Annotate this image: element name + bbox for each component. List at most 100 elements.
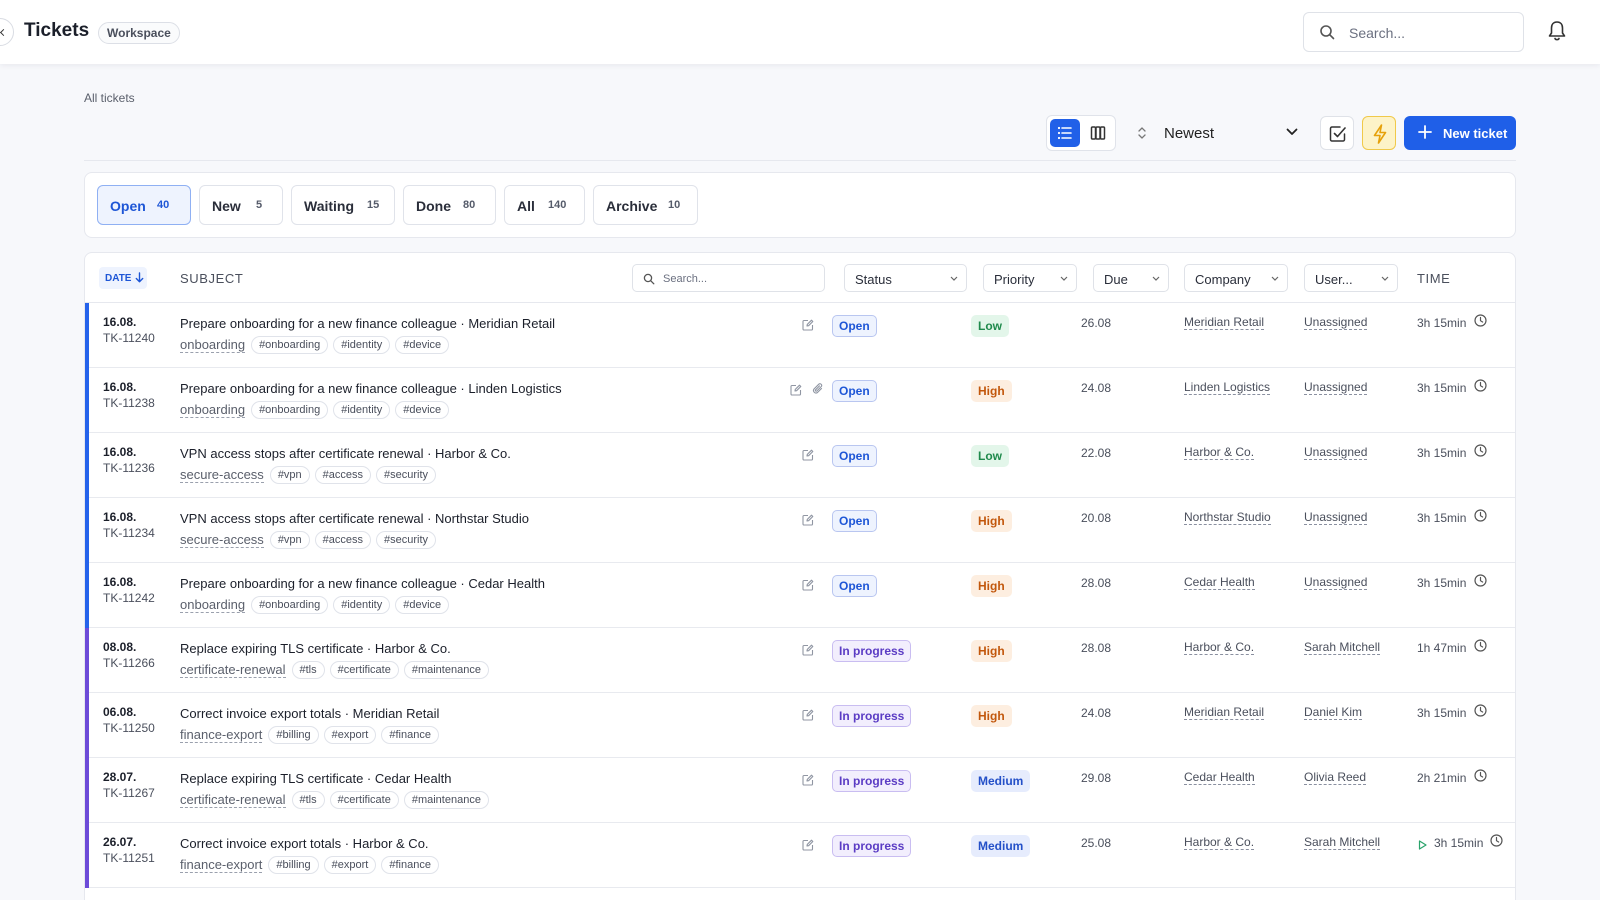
- clock-icon[interactable]: [1474, 444, 1487, 462]
- tag-chip[interactable]: #device: [395, 336, 450, 354]
- tab-all[interactable]: All 140: [504, 185, 585, 225]
- bulk-select-button[interactable]: [1320, 116, 1354, 150]
- clock-icon[interactable]: [1474, 509, 1487, 527]
- due-filter[interactable]: Due: [1093, 264, 1169, 292]
- priority-badge[interactable]: Low: [971, 315, 1009, 337]
- tag-chip[interactable]: #access: [314, 466, 372, 484]
- tag-chip[interactable]: #device: [395, 596, 450, 614]
- tag-chip[interactable]: #export: [323, 856, 377, 874]
- board-view-button[interactable]: [1083, 119, 1113, 147]
- tag-chip[interactable]: #maintenance: [403, 791, 489, 809]
- tag-chip[interactable]: #onboarding: [251, 596, 329, 614]
- edit-icon[interactable]: [802, 318, 814, 336]
- user-filter[interactable]: User...: [1304, 264, 1398, 292]
- tag-chip[interactable]: #certificate: [329, 791, 399, 809]
- new-ticket-button[interactable]: New ticket: [1404, 116, 1516, 150]
- clock-icon[interactable]: [1474, 769, 1487, 787]
- tag-chip[interactable]: #onboarding: [251, 336, 329, 354]
- ticket-subject[interactable]: VPN access stops after certificate renew…: [180, 446, 511, 461]
- list-view-button[interactable]: [1050, 119, 1080, 147]
- status-filter[interactable]: Status: [844, 264, 967, 292]
- clock-icon[interactable]: [1474, 379, 1487, 397]
- edit-icon[interactable]: [802, 708, 814, 726]
- assignee-link[interactable]: Unassigned: [1304, 381, 1368, 395]
- table-row[interactable]: 26.07. TK-11251 Correct invoice export tot…: [85, 823, 1515, 888]
- ticket-subject[interactable]: Replace expiring TLS certificate · Harbo…: [180, 641, 451, 656]
- tag-chip[interactable]: #identity: [333, 401, 391, 419]
- assignee-link[interactable]: Unassigned: [1304, 576, 1368, 590]
- category-link[interactable]: finance-export: [180, 728, 263, 743]
- category-link[interactable]: certificate-renewal: [180, 663, 286, 678]
- company-link[interactable]: Harbor & Co.: [1184, 446, 1255, 460]
- edit-icon[interactable]: [802, 643, 814, 661]
- clock-icon[interactable]: [1490, 834, 1503, 852]
- company-link[interactable]: Harbor & Co.: [1184, 836, 1255, 850]
- global-search-input[interactable]: Search...: [1303, 12, 1524, 52]
- table-row[interactable]: 28.07. TK-11267 Replace expiring TLS certi…: [85, 758, 1515, 823]
- status-badge[interactable]: Open: [832, 445, 877, 467]
- category-link[interactable]: onboarding: [180, 338, 246, 353]
- table-row[interactable]: 16.08. TK-11238 Prepare onboarding for a n…: [85, 368, 1515, 433]
- tag-chip[interactable]: #tls: [291, 661, 325, 679]
- tab-done[interactable]: Done 80: [403, 185, 496, 225]
- assignee-link[interactable]: Unassigned: [1304, 446, 1368, 460]
- assignee-link[interactable]: Unassigned: [1304, 511, 1368, 525]
- status-badge[interactable]: Open: [832, 575, 877, 597]
- automation-button[interactable]: [1362, 116, 1396, 150]
- subject-search-input[interactable]: Search...: [632, 264, 825, 292]
- company-link[interactable]: Harbor & Co.: [1184, 641, 1255, 655]
- edit-icon[interactable]: [790, 383, 802, 401]
- priority-filter[interactable]: Priority: [983, 264, 1077, 292]
- tag-chip[interactable]: #certificate: [329, 661, 399, 679]
- category-link[interactable]: onboarding: [180, 598, 246, 613]
- table-row[interactable]: 16.08. TK-11236 VPN access stops after cer…: [85, 433, 1515, 498]
- tag-chip[interactable]: #onboarding: [251, 401, 329, 419]
- date-sort-button[interactable]: DATE: [99, 267, 147, 289]
- tag-chip[interactable]: #device: [395, 401, 450, 419]
- table-row[interactable]: 08.08. TK-11266 Replace expiring TLS certi…: [85, 628, 1515, 693]
- ticket-subject[interactable]: Correct invoice export totals · Harbor &…: [180, 836, 429, 851]
- clock-icon[interactable]: [1474, 574, 1487, 592]
- edit-icon[interactable]: [802, 513, 814, 531]
- status-badge[interactable]: Open: [832, 510, 877, 532]
- tag-chip[interactable]: #access: [314, 531, 372, 549]
- table-row[interactable]: 06.08. TK-11250 Correct invoice export tot…: [85, 693, 1515, 758]
- status-badge[interactable]: Open: [832, 315, 877, 337]
- play-icon[interactable]: [1418, 837, 1427, 855]
- assignee-link[interactable]: Sarah Mitchell: [1304, 641, 1381, 655]
- priority-badge[interactable]: High: [971, 380, 1012, 402]
- tab-open[interactable]: Open 40: [97, 185, 191, 225]
- tag-chip[interactable]: #tls: [291, 791, 325, 809]
- tag-chip[interactable]: #finance: [381, 726, 439, 744]
- tag-chip[interactable]: #billing: [268, 726, 319, 744]
- assignee-link[interactable]: Sarah Mitchell: [1304, 836, 1381, 850]
- tag-chip[interactable]: #identity: [333, 336, 391, 354]
- ticket-subject[interactable]: Prepare onboarding for a new finance col…: [180, 576, 545, 591]
- status-badge[interactable]: Open: [832, 380, 877, 402]
- back-button[interactable]: [0, 18, 14, 46]
- ticket-subject[interactable]: Replace expiring TLS certificate · Cedar…: [180, 771, 451, 786]
- paperclip-icon[interactable]: [812, 382, 824, 401]
- category-link[interactable]: secure-access: [180, 468, 264, 483]
- breadcrumb[interactable]: All tickets: [84, 91, 135, 105]
- company-link[interactable]: Meridian Retail: [1184, 706, 1265, 720]
- category-link[interactable]: certificate-renewal: [180, 793, 286, 808]
- category-link[interactable]: finance-export: [180, 858, 263, 873]
- priority-badge[interactable]: Medium: [971, 835, 1031, 857]
- notifications-bell-icon[interactable]: [1547, 20, 1567, 42]
- status-badge[interactable]: In progress: [832, 640, 912, 662]
- table-row[interactable]: 16.08. TK-11242 Prepare onboarding for a n…: [85, 563, 1515, 628]
- tab-archive[interactable]: Archive 10: [593, 185, 698, 225]
- company-link[interactable]: Northstar Studio: [1184, 511, 1271, 525]
- company-link[interactable]: Cedar Health: [1184, 576, 1255, 590]
- tag-chip[interactable]: #security: [376, 531, 437, 549]
- status-badge[interactable]: In progress: [832, 705, 912, 727]
- assignee-link[interactable]: Unassigned: [1304, 316, 1368, 330]
- tag-chip[interactable]: #vpn: [269, 531, 310, 549]
- tag-chip[interactable]: #finance: [381, 856, 439, 874]
- tab-waiting[interactable]: Waiting 15: [291, 185, 395, 225]
- tag-chip[interactable]: #export: [323, 726, 377, 744]
- company-link[interactable]: Cedar Health: [1184, 771, 1255, 785]
- priority-badge[interactable]: High: [971, 575, 1012, 597]
- tag-chip[interactable]: #security: [376, 466, 437, 484]
